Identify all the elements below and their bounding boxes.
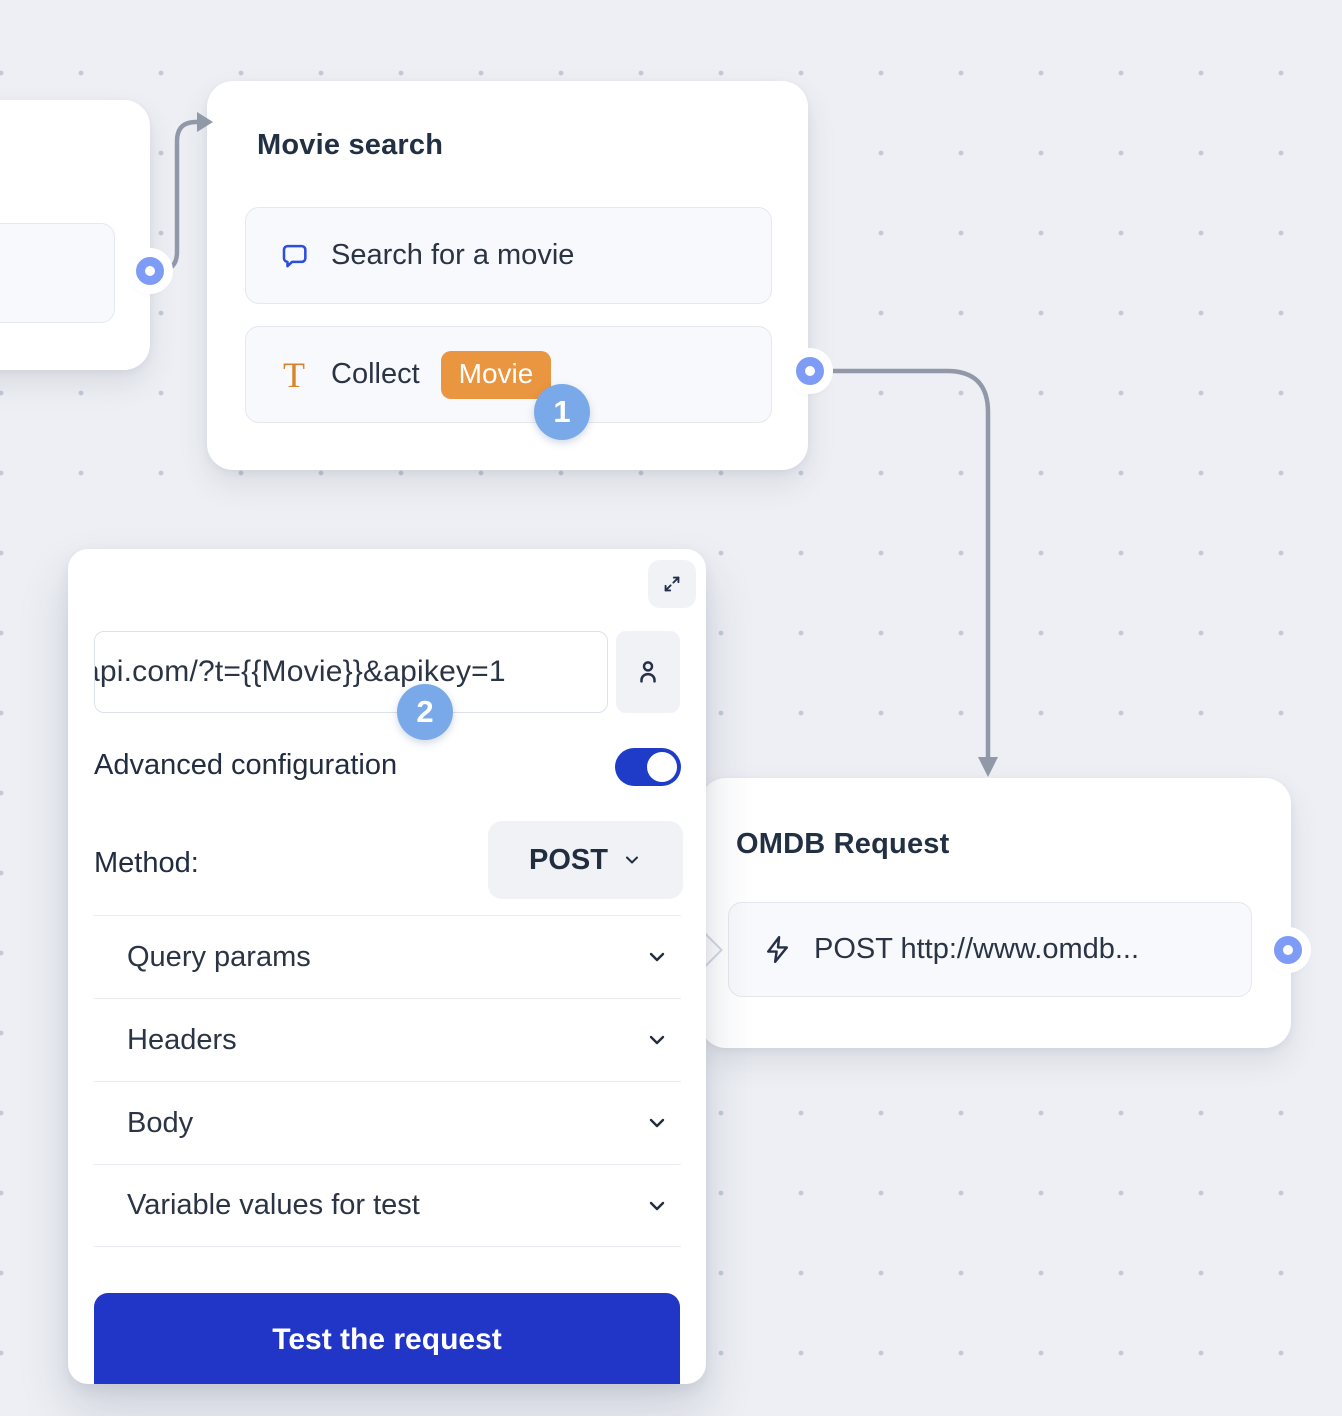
variable-chip[interactable]: Movie	[441, 351, 552, 399]
flow-canvas[interactable]: Movie search Search for a movie T Collec…	[0, 0, 1342, 1416]
advanced-configuration-label: Advanced configuration	[94, 749, 397, 782]
block-label: Collect	[331, 358, 420, 391]
url-input[interactable]: api.com/?t={{Movie}}&apikey=1	[94, 631, 608, 713]
section-label: Body	[127, 1107, 193, 1140]
step-badge-2: 2	[397, 684, 453, 740]
section-label: Headers	[127, 1024, 237, 1057]
person-icon	[633, 657, 663, 687]
expand-button[interactable]	[648, 560, 696, 608]
method-dropdown[interactable]: POST	[488, 821, 683, 899]
webhook-block[interactable]: POST http://www.omdb...	[728, 902, 1252, 997]
collect-block[interactable]: T Collect Movie	[245, 326, 772, 423]
block-label: POST http://www.omdb...	[814, 933, 1139, 966]
chat-bubble-icon	[278, 240, 310, 272]
node-title: Movie search	[257, 129, 443, 162]
expand-icon	[661, 573, 683, 595]
text-T-icon: T	[278, 359, 310, 391]
block-label: Search for a movie	[331, 239, 574, 272]
chevron-down-icon	[645, 1194, 669, 1218]
output-port[interactable]	[1274, 936, 1302, 964]
section-label: Query params	[127, 941, 311, 974]
partial-node-card[interactable]	[0, 100, 150, 370]
partial-node-item[interactable]	[0, 223, 115, 323]
movie-search-node[interactable]: Movie search Search for a movie T Collec…	[207, 81, 808, 470]
section-label: Variable values for test	[127, 1189, 420, 1222]
section-variable-values[interactable]: Variable values for test	[94, 1164, 681, 1247]
section-headers[interactable]: Headers	[94, 998, 681, 1081]
section-query-params[interactable]: Query params	[94, 915, 681, 998]
chevron-down-icon	[645, 1028, 669, 1052]
method-label: Method:	[94, 847, 199, 880]
message-block[interactable]: Search for a movie	[245, 207, 772, 304]
step-badge-1: 1	[534, 384, 590, 440]
section-body[interactable]: Body	[94, 1081, 681, 1164]
insert-variable-button[interactable]	[616, 631, 680, 713]
lightning-icon	[761, 934, 793, 966]
chevron-down-icon	[622, 850, 642, 870]
chevron-down-icon	[645, 1111, 669, 1135]
advanced-configuration-toggle[interactable]	[615, 748, 681, 786]
chevron-down-icon	[645, 945, 669, 969]
output-port[interactable]	[796, 357, 824, 385]
test-request-button[interactable]: Test the request	[94, 1293, 680, 1384]
method-value: POST	[529, 844, 608, 877]
node-title: OMDB Request	[736, 828, 949, 861]
omdb-request-node[interactable]: OMDB Request POST http://www.omdb...	[700, 778, 1291, 1048]
url-value: api.com/?t={{Movie}}&apikey=1	[94, 655, 506, 689]
webhook-config-panel: api.com/?t={{Movie}}&apikey=1 Advanced c…	[68, 549, 706, 1384]
toggle-knob	[647, 752, 677, 782]
output-port[interactable]	[136, 257, 164, 285]
